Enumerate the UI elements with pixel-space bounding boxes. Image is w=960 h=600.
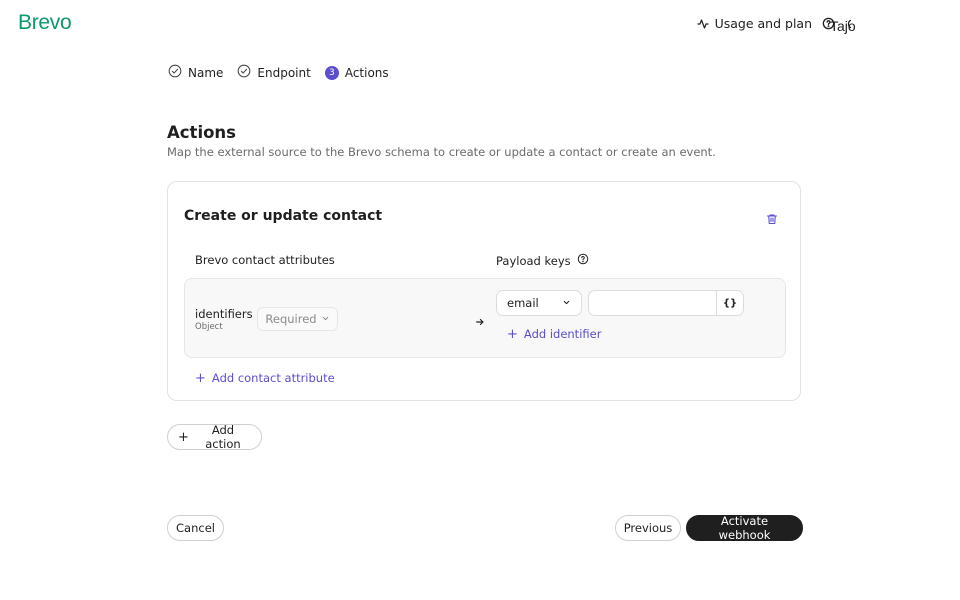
plus-icon: + — [178, 429, 189, 445]
add-action-label: Add action — [205, 423, 241, 451]
usage-and-plan-link[interactable]: Usage and plan — [696, 16, 812, 31]
page-description: Map the external source to the Brevo sch… — [167, 145, 716, 159]
step-actions[interactable]: 3 Actions — [324, 64, 389, 81]
step-number-badge: 3 — [324, 65, 339, 80]
chevron-down-icon — [562, 296, 571, 310]
required-select-value: Required — [265, 312, 317, 326]
attribute-name: identifiers — [195, 307, 253, 321]
contact-attributes-label: Brevo contact attributes — [195, 253, 335, 267]
plus-icon: + — [195, 370, 206, 386]
required-select[interactable]: Required — [257, 307, 338, 331]
cancel-button[interactable]: Cancel — [167, 515, 224, 541]
add-identifier-button[interactable]: + Add identifier — [507, 327, 601, 341]
step-label: Endpoint — [257, 65, 311, 80]
plus-icon: + — [507, 326, 518, 342]
page-title: Actions — [167, 123, 236, 142]
add-contact-attribute-label: Add contact attribute — [211, 371, 335, 385]
contact-attributes-column-label: Brevo contact attributes — [195, 253, 335, 267]
attribute-type: Object — [195, 322, 223, 332]
activate-webhook-button[interactable]: Activate webhook — [686, 514, 803, 542]
mapping-row: identifiers Object Required email {} + A… — [184, 278, 786, 358]
payload-key-input[interactable] — [589, 291, 716, 315]
insert-variable-button[interactable]: {} — [716, 291, 743, 315]
help-circle-icon[interactable] — [577, 253, 589, 268]
activity-icon — [696, 18, 709, 30]
add-action-button[interactable]: + Add action — [167, 423, 262, 451]
brevo-logo[interactable]: Brevo — [18, 11, 72, 35]
action-card: Create or update contact Brevo contact a… — [167, 181, 801, 401]
payload-key-type-value: email — [507, 296, 539, 310]
add-contact-attribute-button[interactable]: + Add contact attribute — [195, 371, 335, 385]
step-label: Name — [188, 65, 224, 80]
previous-button[interactable]: Previous — [615, 515, 681, 541]
trash-icon[interactable] — [766, 210, 778, 229]
chevron-down-icon — [321, 312, 330, 326]
payload-key-field: {} — [588, 290, 744, 316]
step-label: Actions — [344, 65, 389, 80]
stepper: Name Endpoint 3 Actions — [168, 64, 389, 81]
payload-keys-column-label: Payload keys — [496, 253, 589, 268]
payload-key-type-select[interactable]: email — [496, 290, 582, 316]
payload-keys-label: Payload keys — [496, 253, 571, 268]
step-endpoint[interactable]: Endpoint — [237, 64, 311, 81]
step-name[interactable]: Name — [168, 64, 223, 81]
usage-and-plan-label: Usage and plan — [714, 16, 812, 31]
action-card-title: Create or update contact — [184, 208, 383, 224]
user-name[interactable]: Tajo — [830, 18, 856, 34]
check-circle-icon — [237, 64, 251, 81]
add-identifier-label: Add identifier — [523, 327, 602, 341]
check-circle-icon — [168, 64, 182, 81]
arrow-right-icon — [475, 312, 485, 331]
